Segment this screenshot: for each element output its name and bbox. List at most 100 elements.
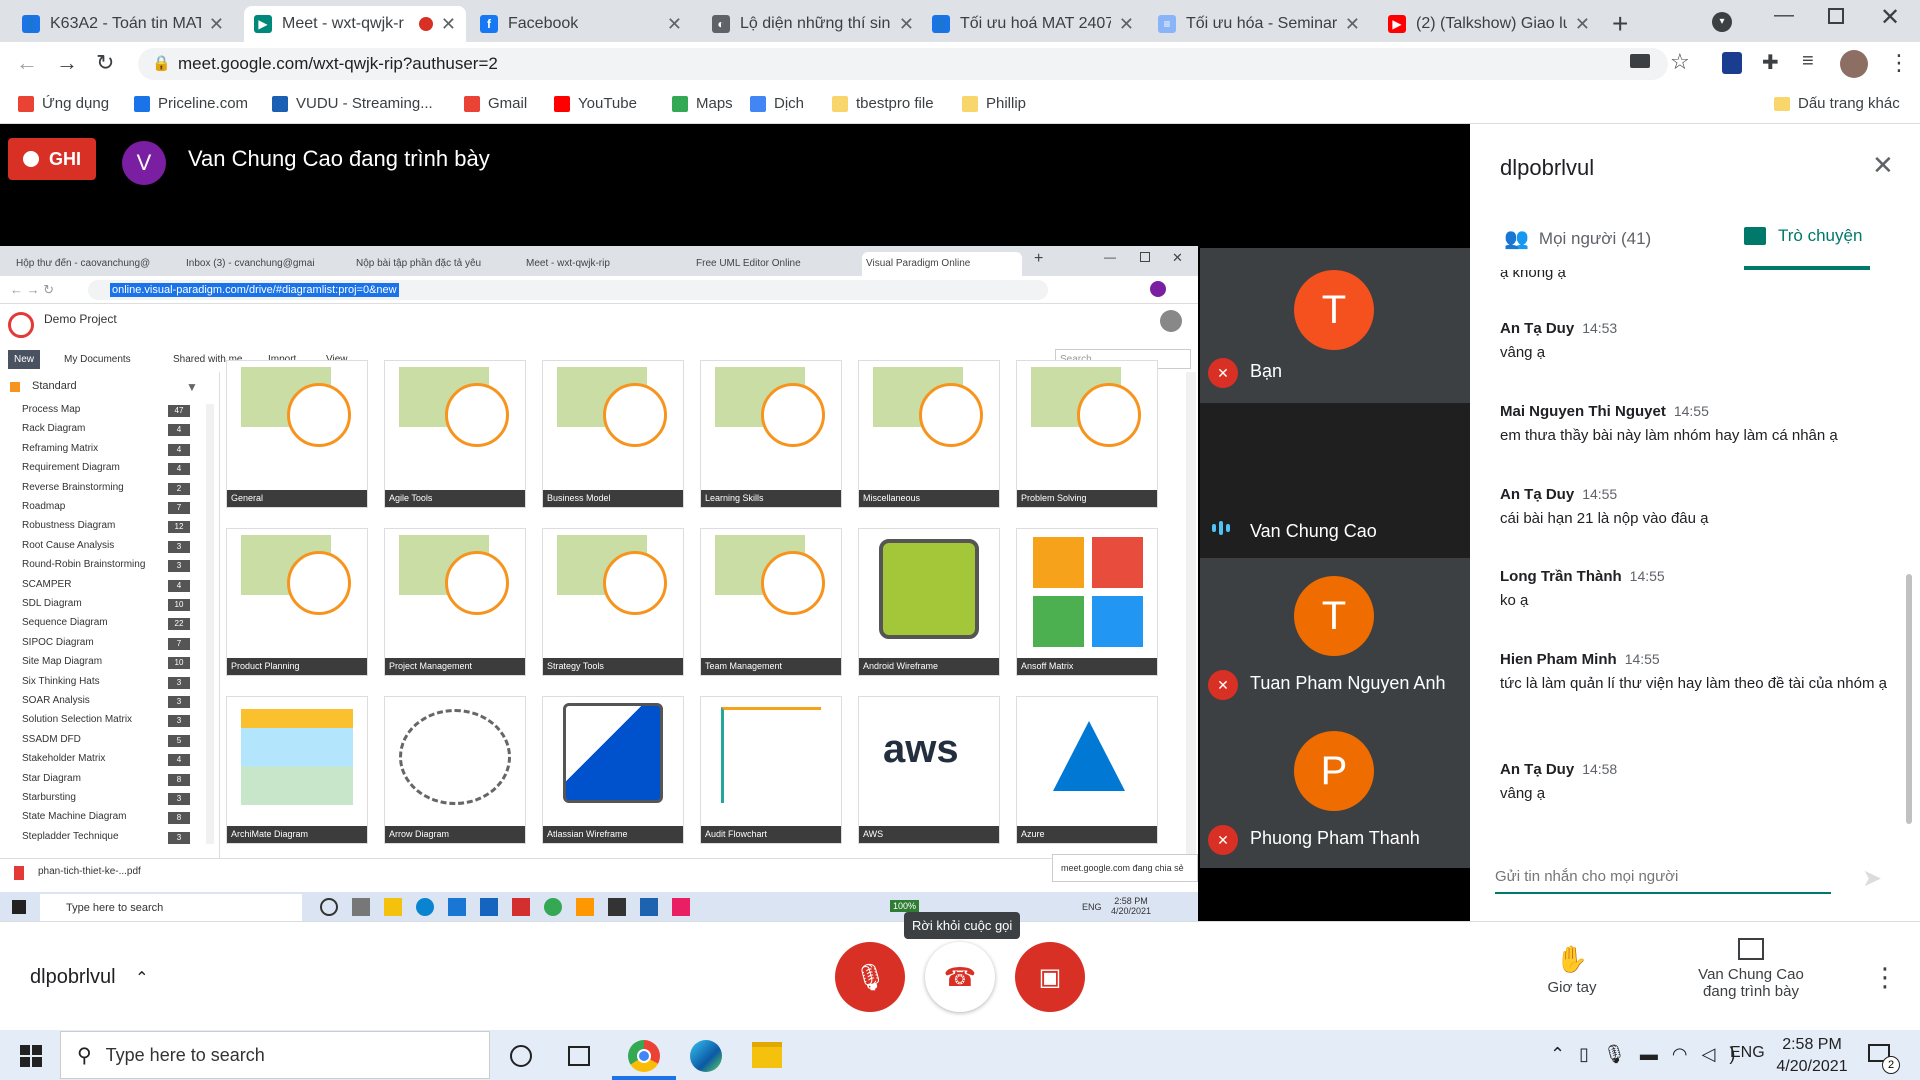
category-badge-icon <box>445 383 509 447</box>
close-tab-icon[interactable]: ✕ <box>667 14 682 35</box>
forward-icon[interactable]: → <box>56 50 78 76</box>
address-bar[interactable]: 🔒 meet.google.com/wxt-qwjk-rip?authuser=… <box>138 48 1668 80</box>
close-tab-icon[interactable]: ✕ <box>1345 14 1360 35</box>
close-tab-icon[interactable]: ✕ <box>441 14 456 35</box>
close-tab-icon[interactable]: ✕ <box>1575 14 1590 35</box>
system-tray-icons[interactable]: ⌃▯🎙▬◠◁) <box>1550 1044 1749 1065</box>
bookmark-item[interactable]: Gmail <box>464 95 527 112</box>
minimize-window-icon[interactable]: — <box>1774 4 1794 27</box>
more-options-icon[interactable]: ⋮ <box>1872 962 1898 993</box>
speaking-indicator-icon <box>1212 521 1230 535</box>
inner-app-icon <box>576 898 594 916</box>
bookmark-item[interactable]: Maps <box>672 95 733 112</box>
tab-chat[interactable]: Trò chuyện <box>1744 226 1862 246</box>
participant-tile[interactable]: T ✕ Tuan Pham Nguyen Anh <box>1200 558 1470 713</box>
task-view-icon[interactable] <box>568 1046 590 1066</box>
diagram-count-badge: 3 <box>168 715 190 728</box>
other-bookmarks[interactable]: Dấu trang khác <box>1774 95 1900 112</box>
taskbar-search[interactable]: ⚲ Type here to search <box>60 1031 490 1079</box>
chat-input-field[interactable] <box>1495 868 1825 885</box>
browser-menu-icon[interactable]: ⋮ <box>1888 50 1910 76</box>
recording-label: GHI <box>48 148 81 169</box>
bookmark-star-icon[interactable]: ☆ <box>1670 49 1690 75</box>
recording-badge: GHI <box>8 138 96 180</box>
new-tab-icon[interactable]: + <box>1612 8 1628 40</box>
browser-tab[interactable]: ▶ Meet - wxt-qwjk-r ✕ <box>244 6 466 42</box>
bookmark-item[interactable]: Phillip <box>962 95 1026 112</box>
chat-scrollbar[interactable] <box>1906 574 1912 824</box>
inner-chrome-icon <box>544 898 562 916</box>
browser-tab[interactable]: ◐ Lộ diện những thí sinh ✕ <box>702 6 924 42</box>
presenting-button[interactable]: Van Chung Cao đang trình bày <box>1676 938 1826 1000</box>
sidebar-diagram-type: Site Map Diagram <box>22 656 103 668</box>
reload-icon[interactable]: ↻ <box>96 50 114 76</box>
clock[interactable]: 2:58 PM 4/20/2021 <box>1772 1034 1852 1078</box>
raise-hand-label: Giơ tay <box>1547 979 1597 996</box>
browser-tab[interactable]: ≡ Tối ưu hóa - Seminar ✕ <box>1148 6 1370 42</box>
bookmark-item[interactable]: tbestpro file <box>832 95 934 112</box>
profile-avatar[interactable] <box>1840 50 1868 78</box>
close-tab-icon[interactable]: ✕ <box>209 14 224 35</box>
chat-message-text: em thưa thầy bài này làm nhóm hay làm cá… <box>1500 427 1838 444</box>
participant-tile-presenter[interactable]: Van Chung Cao <box>1200 403 1470 558</box>
sidebar-diagram-type: SSADM DFD <box>22 733 81 745</box>
close-panel-icon[interactable]: ✕ <box>1872 150 1894 181</box>
presenter-status: Van Chung Cao đang trình bày <box>188 146 490 171</box>
user-icon <box>1160 310 1182 332</box>
input-language[interactable]: ENG <box>1730 1044 1765 1062</box>
extension-icon[interactable] <box>1722 52 1742 74</box>
sidebar-diagram-type: Root Cause Analysis <box>22 539 115 551</box>
bookmark-label: Gmail <box>488 95 528 112</box>
file-explorer-icon[interactable] <box>752 1042 782 1068</box>
raise-hand-button[interactable]: ✋ Giơ tay <box>1542 944 1602 996</box>
taskbar-search-placeholder: Type here to search <box>105 1044 265 1065</box>
cortana-icon[interactable] <box>510 1045 532 1067</box>
diagram-count-badge: 3 <box>168 540 190 553</box>
browser-tab[interactable]: ▶ (2) (Talkshow) Giao lư ✕ <box>1378 6 1600 42</box>
inner-l-icon <box>480 898 498 916</box>
bookmark-item[interactable]: Priceline.com <box>134 95 248 112</box>
browser-tab[interactable]: f Facebook ✕ <box>470 6 692 42</box>
extensions-puzzle-icon[interactable]: ✚ <box>1762 50 1779 75</box>
browser-tab[interactable]: 👤 K63A2 - Toán tin MAT ✕ <box>12 6 234 42</box>
chrome-icon[interactable] <box>628 1040 660 1072</box>
close-window-icon[interactable]: ✕ <box>1880 3 1900 32</box>
sidebar-diagram-type: Robustness Diagram <box>22 520 116 532</box>
bookmark-item[interactable]: Ứng dụng <box>18 95 109 112</box>
restore-window-icon[interactable] <box>1828 8 1844 24</box>
camera-blocked-icon[interactable] <box>1630 54 1650 68</box>
close-tab-icon[interactable]: ✕ <box>899 14 914 35</box>
bookmark-item[interactable]: VUDU - Streaming... <box>272 95 433 112</box>
chat-input[interactable] <box>1495 868 1831 894</box>
browser-tab[interactable]: 👤 Tối ưu hoá MAT 2407 ✕ <box>922 6 1144 42</box>
chat-message-sender: Hien Pham Minh 14:55 <box>1500 651 1660 668</box>
edge-icon[interactable] <box>690 1040 722 1072</box>
windows-start-icon[interactable] <box>20 1045 42 1067</box>
tab-people[interactable]: 👥 Mọi người (41) <box>1504 226 1651 251</box>
diagram-category-tile: Agile Tools <box>384 360 526 508</box>
bookmark-item[interactable]: Dịch <box>750 95 804 112</box>
bookmark-item[interactable]: YouTube <box>554 95 637 112</box>
participant-tile-you[interactable]: T ✕ Bạn <box>1200 248 1470 403</box>
vp-menu-item: My Documents <box>64 354 131 365</box>
diagram-category-tile: Atlassian Wireframe <box>542 696 684 844</box>
inner-terminal-icon <box>608 898 626 916</box>
send-icon[interactable]: ➤ <box>1862 864 1882 893</box>
leave-call-button[interactable]: ☎ <box>925 942 995 1012</box>
close-tab-icon[interactable]: ✕ <box>1119 14 1134 35</box>
diagram-category-tile: Miscellaneous <box>858 360 1000 508</box>
participant-tile[interactable]: P ✕ Phuong Pham Thanh <box>1200 713 1470 868</box>
camera-toggle-button[interactable]: ▣ <box>1015 942 1085 1012</box>
media-control-icon[interactable]: ≡ <box>1802 50 1814 73</box>
inner-new-tab-icon: + <box>1034 250 1044 267</box>
meeting-details[interactable]: dlpobrlvul ⌃ <box>30 966 149 989</box>
tab-search-icon[interactable]: ▾ <box>1712 12 1732 32</box>
back-icon[interactable]: ← <box>16 50 38 76</box>
bookmark-label: YouTube <box>578 95 637 112</box>
tile-caption: Arrow Diagram <box>385 826 525 843</box>
chat-cut-message: ạ không ạ <box>1500 270 1566 281</box>
search-icon: ⚲ <box>77 1044 92 1067</box>
bookmark-icon <box>272 95 288 112</box>
mic-toggle-button[interactable]: 🎙 <box>835 942 905 1012</box>
sidebar-diagram-type: Requirement Diagram <box>22 462 120 474</box>
